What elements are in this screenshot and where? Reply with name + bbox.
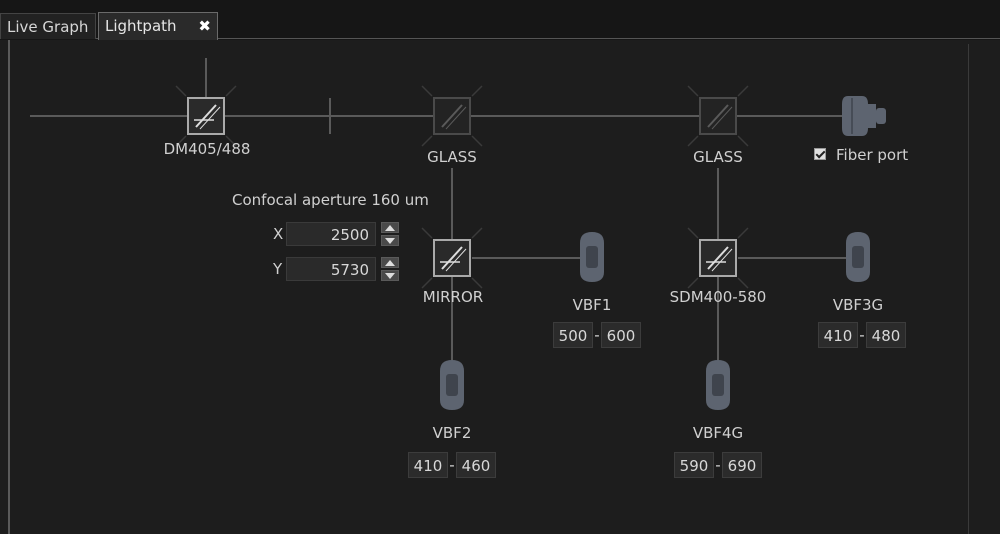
x-label: X xyxy=(273,225,284,243)
glass-icon[interactable] xyxy=(699,97,737,135)
spoke xyxy=(471,135,483,147)
y-label: Y xyxy=(273,260,283,278)
glass1-label: GLASS xyxy=(427,148,477,166)
vbf1-max-field[interactable]: 600 xyxy=(601,322,641,348)
range-dash: - xyxy=(594,326,600,344)
detector-icon[interactable] xyxy=(846,232,870,282)
increment-icon[interactable] xyxy=(381,222,399,233)
spoke xyxy=(175,85,187,97)
spoke xyxy=(687,85,699,97)
fiber-port-label: Fiber port xyxy=(836,146,909,164)
spoke xyxy=(421,227,433,239)
mirror-label: MIRROR xyxy=(422,288,484,306)
spoke xyxy=(225,85,237,97)
vbf2-label: VBF2 xyxy=(432,424,472,442)
vbf1-label: VBF1 xyxy=(572,296,612,314)
fiber-port-icon[interactable] xyxy=(842,96,886,136)
glass2-label: GLASS xyxy=(693,148,743,166)
vbf4g-min-field[interactable]: 590 xyxy=(674,452,714,478)
mirror-icon[interactable] xyxy=(433,239,471,277)
vbf4g-label: VBF4G xyxy=(692,424,744,442)
vbf1-min-field[interactable]: 500 xyxy=(553,322,593,348)
dm405-label: DM405/488 xyxy=(163,140,251,158)
spoke xyxy=(421,135,433,147)
fiber-port-checkbox[interactable] xyxy=(814,148,826,160)
confocal-aperture-title: Confocal aperture 160 um xyxy=(232,191,429,209)
spoke xyxy=(687,227,699,239)
spoke xyxy=(737,227,749,239)
increment-icon[interactable] xyxy=(381,257,399,268)
lightpath-diagram xyxy=(30,58,886,410)
range-dash: - xyxy=(859,326,865,344)
vbf2-min-field[interactable]: 410 xyxy=(408,452,448,478)
detector-icon[interactable] xyxy=(580,232,604,282)
spoke xyxy=(421,277,433,289)
vbf3g-max-field[interactable]: 480 xyxy=(866,322,906,348)
spoke xyxy=(471,277,483,289)
x-spinner[interactable] xyxy=(381,222,399,246)
spoke xyxy=(737,85,749,97)
dichroic-mirror-icon[interactable] xyxy=(187,97,225,135)
spoke xyxy=(471,85,483,97)
spoke xyxy=(687,135,699,147)
decrement-icon[interactable] xyxy=(381,235,399,246)
vbf3g-min-field[interactable]: 410 xyxy=(818,322,858,348)
y-spinner[interactable] xyxy=(381,257,399,281)
vbf2-max-field[interactable]: 460 xyxy=(456,452,496,478)
x-input[interactable]: 2500 xyxy=(286,222,376,246)
spoke xyxy=(471,227,483,239)
spoke xyxy=(687,277,699,289)
vbf4g-max-field[interactable]: 690 xyxy=(722,452,762,478)
dichroic-mirror-icon[interactable] xyxy=(699,239,737,277)
detector-icon[interactable] xyxy=(706,360,730,410)
glass-icon[interactable] xyxy=(433,97,471,135)
y-input[interactable]: 5730 xyxy=(286,257,376,281)
detector-icon[interactable] xyxy=(440,360,464,410)
spoke xyxy=(737,135,749,147)
sdm-label: SDM400-580 xyxy=(669,288,767,306)
spoke xyxy=(737,277,749,289)
decrement-icon[interactable] xyxy=(381,270,399,281)
spoke xyxy=(421,85,433,97)
range-dash: - xyxy=(449,456,455,474)
range-dash: - xyxy=(715,456,721,474)
vbf3g-label: VBF3G xyxy=(832,296,884,314)
